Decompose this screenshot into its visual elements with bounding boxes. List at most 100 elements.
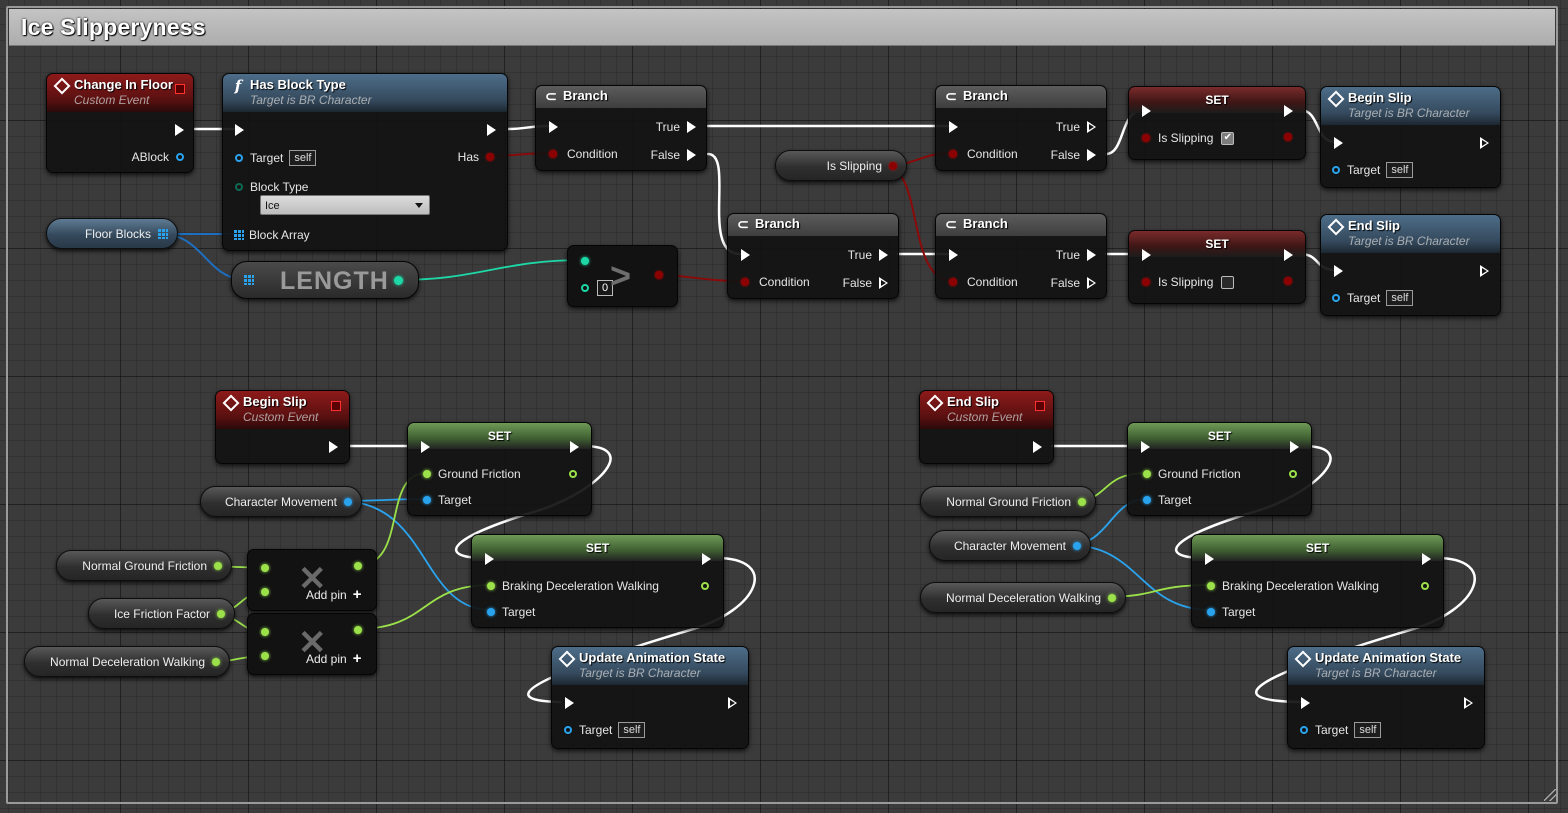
exec-out-pin[interactable] bbox=[1087, 249, 1096, 261]
exec-out-row[interactable] bbox=[487, 121, 496, 139]
exec-in-pin[interactable] bbox=[949, 121, 958, 133]
enum-pin[interactable] bbox=[235, 183, 243, 191]
update-animation-state-right-node[interactable]: Update Animation State Target is BR Char… bbox=[1287, 646, 1485, 749]
exec-out-pin[interactable] bbox=[1033, 441, 1042, 453]
exec-in-pin[interactable] bbox=[235, 124, 244, 136]
is-slipping-getter[interactable]: Is Slipping bbox=[775, 150, 907, 181]
branch-node-2[interactable]: ⊂ Branch True Condition False bbox=[935, 85, 1107, 171]
braking-deceleration-row[interactable]: Braking Deceleration Walking bbox=[1207, 577, 1379, 595]
target-row[interactable]: Target self bbox=[235, 149, 317, 167]
exec-in-pin[interactable] bbox=[1141, 441, 1150, 453]
exec-out-pin[interactable] bbox=[487, 124, 496, 136]
true-row[interactable]: True bbox=[848, 246, 888, 264]
int-pin[interactable] bbox=[581, 257, 589, 265]
set-braking-deceleration-right-node[interactable]: SET Braking Deceleration Walking Target bbox=[1191, 534, 1444, 628]
exec-in-pin[interactable] bbox=[741, 249, 750, 261]
exec-out-row[interactable] bbox=[1464, 694, 1473, 712]
bool-out-pin[interactable] bbox=[1284, 133, 1292, 141]
exec-in-pin[interactable] bbox=[549, 121, 558, 133]
exec-in-row[interactable] bbox=[1205, 550, 1214, 568]
float-pin[interactable] bbox=[423, 470, 431, 478]
object-pin[interactable] bbox=[487, 608, 495, 616]
bool-pin[interactable] bbox=[1142, 134, 1150, 142]
add-pin-button[interactable]: Add pin + bbox=[306, 587, 361, 602]
condition-row[interactable]: Condition bbox=[949, 273, 1018, 291]
float-pin[interactable] bbox=[487, 582, 495, 590]
bool-pin[interactable] bbox=[486, 153, 494, 161]
exec-in-row[interactable] bbox=[949, 246, 958, 264]
float-out-pin[interactable] bbox=[354, 562, 362, 570]
blueprint-graph[interactable]: Ice Slipperyness Change In Floor Custom … bbox=[0, 0, 1568, 813]
exec-out-row[interactable] bbox=[1033, 438, 1042, 456]
exec-out-pin[interactable] bbox=[570, 441, 579, 453]
checkbox-unchecked[interactable] bbox=[1221, 275, 1235, 289]
ground-friction-row[interactable]: Ground Friction bbox=[1143, 465, 1241, 483]
exec-out-pin[interactable] bbox=[1087, 149, 1096, 161]
float-pin[interactable] bbox=[261, 588, 269, 596]
exec-out-row[interactable] bbox=[1290, 438, 1299, 456]
exec-out-pin[interactable] bbox=[879, 277, 888, 289]
object-pin[interactable] bbox=[1332, 166, 1340, 174]
float-pin[interactable] bbox=[1143, 470, 1151, 478]
target-row[interactable]: Target bbox=[487, 603, 535, 621]
exec-in-row[interactable] bbox=[1301, 694, 1310, 712]
exec-out-pin[interactable] bbox=[1087, 121, 1096, 133]
target-row[interactable]: Target bbox=[1143, 491, 1191, 509]
ice-friction-factor-getter[interactable]: Ice Friction Factor bbox=[88, 598, 235, 629]
float-out-row[interactable] bbox=[1289, 465, 1297, 483]
array-pin[interactable] bbox=[158, 228, 168, 239]
exec-out-pin[interactable] bbox=[1480, 137, 1489, 149]
branch-node-3[interactable]: ⊂ Branch True Condition False bbox=[727, 213, 899, 299]
true-row[interactable]: True bbox=[1056, 118, 1096, 136]
update-animation-state-left-node[interactable]: Update Animation State Target is BR Char… bbox=[551, 646, 749, 749]
float-out-pin[interactable] bbox=[569, 470, 577, 478]
multiply-node-2[interactable]: ✕ Add pin + bbox=[247, 613, 377, 675]
condition-row[interactable]: Condition bbox=[741, 273, 810, 291]
change-in-floor-event-node[interactable]: Change In Floor Custom Event ABlock bbox=[46, 73, 194, 173]
exec-in-pin[interactable] bbox=[949, 249, 958, 261]
object-pin[interactable] bbox=[235, 154, 243, 162]
exec-in-pin[interactable] bbox=[1301, 697, 1310, 709]
exec-out-row[interactable] bbox=[702, 550, 711, 568]
exec-out-row[interactable] bbox=[1284, 246, 1293, 264]
normal-ground-friction-getter-left[interactable]: Normal Ground Friction bbox=[56, 550, 232, 581]
target-row[interactable]: Target self bbox=[1332, 161, 1414, 179]
false-row[interactable]: False bbox=[1051, 146, 1096, 164]
multiply-node-1[interactable]: ✕ Add pin + bbox=[247, 549, 377, 611]
begin-slip-call-node[interactable]: Begin Slip Target is BR Character Target… bbox=[1320, 86, 1501, 188]
int-pin[interactable] bbox=[394, 276, 403, 285]
ground-friction-row[interactable]: Ground Friction bbox=[423, 465, 521, 483]
block-type-dropdown[interactable]: Ice bbox=[260, 195, 430, 215]
normal-ground-friction-getter-right[interactable]: Normal Ground Friction bbox=[920, 486, 1096, 517]
condition-row[interactable]: Condition bbox=[949, 145, 1018, 163]
exec-in-row[interactable] bbox=[485, 550, 494, 568]
target-row[interactable]: Target self bbox=[1332, 289, 1414, 307]
exec-out-pin[interactable] bbox=[329, 441, 338, 453]
bool-pin[interactable] bbox=[741, 278, 749, 286]
array-pin[interactable] bbox=[234, 230, 244, 240]
braking-deceleration-row[interactable]: Braking Deceleration Walking bbox=[487, 577, 659, 595]
exec-in-pin[interactable] bbox=[1205, 553, 1214, 565]
object-pin[interactable] bbox=[344, 497, 352, 506]
delegate-pin-icon[interactable] bbox=[175, 84, 185, 94]
set-is-slipping-false-node[interactable]: SET Is Slipping bbox=[1128, 230, 1306, 304]
target-row[interactable]: Target self bbox=[564, 721, 646, 739]
branch-node-4[interactable]: ⊂ Branch True Condition False bbox=[935, 213, 1107, 299]
resize-grip-icon[interactable] bbox=[1544, 789, 1556, 801]
true-row[interactable]: True bbox=[656, 118, 696, 136]
block-type-row[interactable]: Block Type bbox=[235, 178, 308, 196]
false-row[interactable]: False bbox=[843, 274, 888, 292]
set-braking-deceleration-left-node[interactable]: SET Braking Deceleration Walking Target bbox=[471, 534, 724, 628]
exec-out-pin[interactable] bbox=[175, 124, 184, 136]
exec-out-row[interactable] bbox=[1480, 134, 1489, 152]
object-pin[interactable] bbox=[1300, 726, 1308, 734]
exec-in-pin[interactable] bbox=[1142, 249, 1151, 261]
target-row[interactable]: Target self bbox=[1300, 721, 1382, 739]
exec-out-pin[interactable] bbox=[687, 121, 696, 133]
float-out-row[interactable] bbox=[701, 577, 709, 595]
end-slip-event-node[interactable]: End Slip Custom Event bbox=[919, 390, 1054, 464]
block-array-row[interactable]: Block Array bbox=[234, 226, 310, 244]
exec-out-pin[interactable] bbox=[1464, 697, 1473, 709]
object-pin[interactable] bbox=[1143, 496, 1151, 504]
float-out-pin[interactable] bbox=[1421, 582, 1429, 590]
